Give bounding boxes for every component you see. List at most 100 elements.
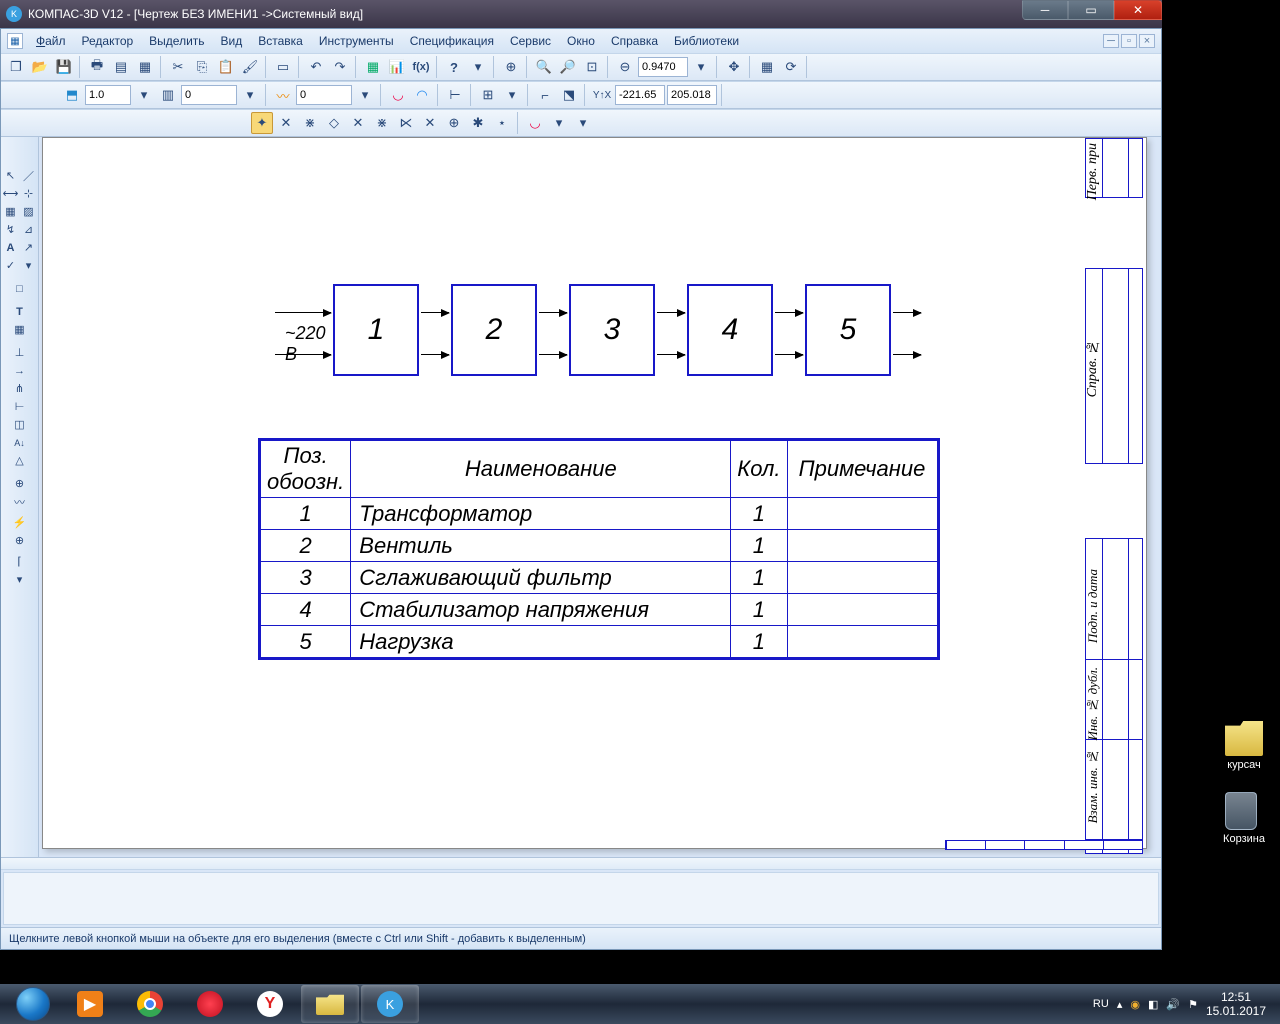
- taskbar-item-kompas[interactable]: K: [361, 985, 419, 1023]
- menu-help[interactable]: Справка: [604, 32, 665, 50]
- property-panel-body[interactable]: [3, 872, 1159, 925]
- tool-hatch2-icon[interactable]: ▨: [20, 203, 37, 220]
- scale-dd[interactable]: ▾: [133, 84, 155, 106]
- zoom-window-icon[interactable]: ⊡: [581, 56, 603, 78]
- print-icon[interactable]: 🖶: [86, 56, 108, 78]
- layer-dd[interactable]: ▾: [239, 84, 261, 106]
- save-icon[interactable]: 💾: [53, 56, 75, 78]
- menu-file[interactable]: Файл: [29, 32, 73, 50]
- copy-icon[interactable]: ⎘: [191, 56, 213, 78]
- minimize-button[interactable]: ─: [1022, 0, 1068, 20]
- tool-al-icon[interactable]: A↓: [11, 434, 28, 451]
- zoom-next-icon[interactable]: ▾: [690, 56, 712, 78]
- tool-bolt-icon[interactable]: ⚡: [11, 514, 28, 531]
- menu-spec[interactable]: Спецификация: [403, 32, 501, 50]
- snap8-icon[interactable]: ⊕: [443, 112, 465, 134]
- csys-btn[interactable]: ⬔: [558, 84, 580, 106]
- menu-select[interactable]: Выделить: [142, 32, 211, 50]
- tool-base-icon[interactable]: ⊥: [11, 344, 28, 361]
- layer-mgr-icon[interactable]: ▥: [157, 84, 179, 106]
- snap7-icon[interactable]: ✕: [419, 112, 441, 134]
- snap-mid-icon[interactable]: ◠: [411, 84, 433, 106]
- snap1-icon[interactable]: ✕: [275, 112, 297, 134]
- tool-brk-icon[interactable]: ⌈: [11, 553, 28, 570]
- tool-mark-icon[interactable]: △: [11, 452, 28, 469]
- tool-text-icon[interactable]: A: [2, 239, 19, 256]
- snap-cfg2-dd[interactable]: ▾: [572, 112, 594, 134]
- snap3-icon[interactable]: ◇: [323, 112, 345, 134]
- tray-clock[interactable]: 12:51 15.01.2017: [1206, 990, 1266, 1018]
- zoom-out-icon[interactable]: 🔎: [557, 56, 579, 78]
- coord-y[interactable]: [667, 85, 717, 105]
- linetype-icon[interactable]: 〰: [272, 84, 294, 106]
- tray-flag-icon[interactable]: ⚑: [1188, 998, 1198, 1011]
- snap6-icon[interactable]: ⋉: [395, 112, 417, 134]
- tool-target-icon[interactable]: ⊕: [11, 532, 28, 549]
- taskbar-item-explorer[interactable]: [301, 985, 359, 1023]
- tray-up-icon[interactable]: ▴: [1117, 998, 1123, 1011]
- stamp-icon[interactable]: ▭: [272, 56, 294, 78]
- tool-leader-icon[interactable]: ↗: [20, 239, 37, 256]
- new-icon[interactable]: ❐: [5, 56, 27, 78]
- format-painter-icon[interactable]: 🖌: [239, 56, 261, 78]
- tool-hatch-icon[interactable]: ▦: [2, 203, 19, 220]
- tool-construct-icon[interactable]: ⊹: [20, 185, 37, 202]
- zoom-input[interactable]: [638, 57, 688, 77]
- tool-wave-icon[interactable]: 〰: [11, 493, 28, 510]
- menu-editor[interactable]: Редактор: [75, 32, 141, 50]
- grid-icon[interactable]: ▦: [756, 56, 778, 78]
- zoom-prev-icon[interactable]: ⊖: [614, 56, 636, 78]
- redo-icon[interactable]: ↷: [329, 56, 351, 78]
- tool-table-icon[interactable]: ▦: [11, 321, 28, 338]
- tool-select-icon[interactable]: ↖: [2, 167, 19, 184]
- mdi-restore[interactable]: ▫: [1121, 34, 1137, 48]
- layers-icon[interactable]: ⬒: [61, 84, 83, 106]
- maximize-button[interactable]: ▭: [1068, 0, 1114, 20]
- mdi-close[interactable]: ×: [1139, 34, 1155, 48]
- grid-snap-icon[interactable]: ⊞: [477, 84, 499, 106]
- coord-x[interactable]: [615, 85, 665, 105]
- tray-network-icon[interactable]: ◧: [1148, 998, 1158, 1011]
- close-button[interactable]: ✕: [1114, 0, 1162, 20]
- tool-rough-dd[interactable]: ▾: [20, 257, 37, 274]
- tray-volume-icon[interactable]: 🔊: [1166, 998, 1180, 1011]
- variables-icon[interactable]: 📊: [386, 56, 408, 78]
- grid-dd[interactable]: ▾: [501, 84, 523, 106]
- zoom-fit-icon[interactable]: ⊕: [500, 56, 522, 78]
- help-icon[interactable]: ?: [443, 56, 465, 78]
- menu-service[interactable]: Сервис: [503, 32, 558, 50]
- tool-rough-icon[interactable]: ✓: [2, 257, 19, 274]
- tool-param-icon[interactable]: ⊿: [20, 221, 37, 238]
- tool-rect-icon[interactable]: □: [11, 280, 28, 297]
- snap-end-icon[interactable]: ◡: [387, 84, 409, 106]
- dropdown-icon[interactable]: ▾: [467, 56, 489, 78]
- snap-cfg-dd[interactable]: ▾: [548, 112, 570, 134]
- tool-cut-icon[interactable]: ⊢: [11, 398, 28, 415]
- snap5-icon[interactable]: ⋇: [371, 112, 393, 134]
- menu-libs[interactable]: Библиотеки: [667, 32, 746, 50]
- desktop-folder-kursach[interactable]: курсач: [1218, 718, 1270, 771]
- line-input[interactable]: [296, 85, 352, 105]
- tray-sync-icon[interactable]: ◉: [1130, 998, 1140, 1011]
- start-button[interactable]: [6, 984, 60, 1024]
- zoom-in-icon[interactable]: 🔍: [533, 56, 555, 78]
- taskbar-item-yandex[interactable]: Y: [241, 985, 299, 1023]
- mdi-minimize[interactable]: ─: [1103, 34, 1119, 48]
- tray-lang[interactable]: RU: [1093, 998, 1109, 1010]
- undo-icon[interactable]: ↶: [305, 56, 327, 78]
- fx-icon[interactable]: f(x): [410, 56, 432, 78]
- ortho-icon[interactable]: ⊢: [444, 84, 466, 106]
- open-icon[interactable]: 📂: [29, 56, 51, 78]
- tool-center-icon[interactable]: ⊕: [11, 475, 28, 492]
- layer-input[interactable]: [181, 85, 237, 105]
- tool-branch-icon[interactable]: ⋔: [11, 380, 28, 397]
- paste-icon[interactable]: 📋: [215, 56, 237, 78]
- snap-toggle-icon[interactable]: ✦: [251, 112, 273, 134]
- tool-line-icon[interactable]: ／: [20, 167, 37, 184]
- coords-icon[interactable]: Y↑X: [591, 84, 613, 106]
- desktop-recycle-bin[interactable]: Корзина: [1218, 792, 1270, 845]
- preview-icon[interactable]: ▤: [110, 56, 132, 78]
- calc-icon[interactable]: ▦: [362, 56, 384, 78]
- tool-text2-icon[interactable]: T: [11, 303, 28, 320]
- line-dd[interactable]: ▾: [354, 84, 376, 106]
